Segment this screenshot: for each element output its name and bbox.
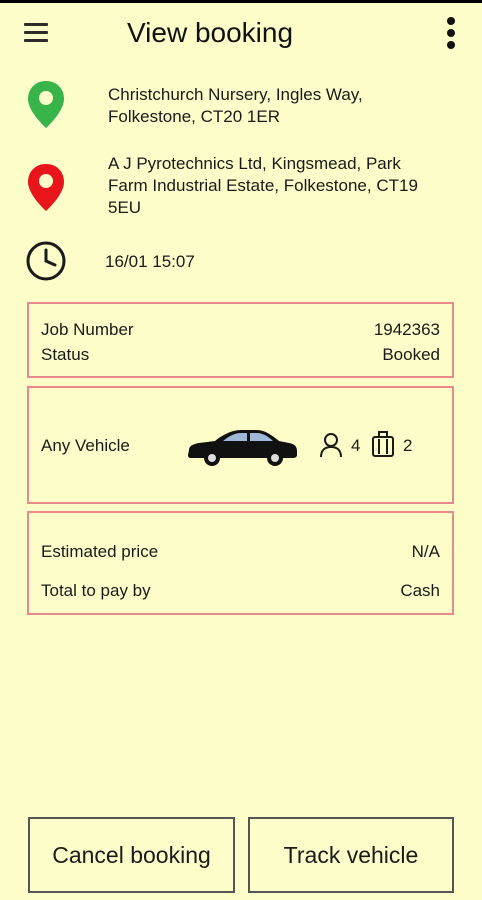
payment-method-value: Cash	[400, 581, 440, 600]
hamburger-menu-icon[interactable]	[24, 23, 50, 43]
page-title: View booking	[127, 17, 294, 48]
pickup-row: Christchurch Nursery, Ingles Way, Folkes…	[0, 80, 482, 130]
more-vert-icon[interactable]	[440, 15, 462, 51]
car-icon	[188, 430, 297, 466]
booking-time: 16/01 15:07	[105, 252, 195, 271]
person-icon	[320, 433, 342, 458]
luggage-count: 2	[403, 436, 413, 455]
track-vehicle-button[interactable]: Track vehicle	[248, 817, 454, 893]
luggage-icon	[372, 431, 394, 457]
clock-icon	[26, 241, 66, 281]
app-bar: View booking	[0, 3, 482, 63]
dropoff-row: A J Pyrotechnics Ltd, Kingsmead, Park Fa…	[0, 153, 482, 223]
red-map-pin-icon	[28, 164, 64, 211]
job-number-value: 1942363	[373, 320, 440, 339]
job-number-label: Job Number	[41, 320, 134, 339]
payment-method-label: Total to pay by	[41, 581, 151, 600]
dropoff-address-line: 5EU	[108, 198, 142, 217]
green-map-pin-icon	[28, 81, 64, 128]
dropoff-address-line: A J Pyrotechnics Ltd, Kingsmead, Park	[108, 154, 401, 173]
job-details-card: Job Number 1942363 Status Booked	[27, 302, 454, 378]
estimated-price-value: N/A	[411, 542, 440, 561]
pickup-address-line: Christchurch Nursery, Ingles Way,	[108, 85, 363, 104]
pickup-address: Christchurch Nursery, Ingles Way, Folkes…	[108, 84, 363, 128]
vehicle-card: Any Vehicle 4 2	[27, 386, 454, 504]
dropoff-address-line: Farm Industrial Estate, Folkestone, CT19	[108, 176, 418, 195]
pickup-address-line: Folkestone, CT20 1ER	[108, 107, 280, 126]
estimated-price-label: Estimated price	[41, 542, 159, 561]
cancel-booking-button[interactable]: Cancel booking	[28, 817, 235, 893]
time-row: 16/01 15:07	[0, 240, 482, 284]
vehicle-type-label: Any Vehicle	[41, 436, 130, 455]
dropoff-address: A J Pyrotechnics Ltd, Kingsmead, Park Fa…	[108, 153, 418, 219]
status-value: Booked	[382, 345, 440, 364]
status-label: Status	[41, 345, 90, 364]
price-card: Estimated price N/A Total to pay by Cash	[27, 511, 454, 615]
passenger-count: 4	[351, 436, 361, 455]
